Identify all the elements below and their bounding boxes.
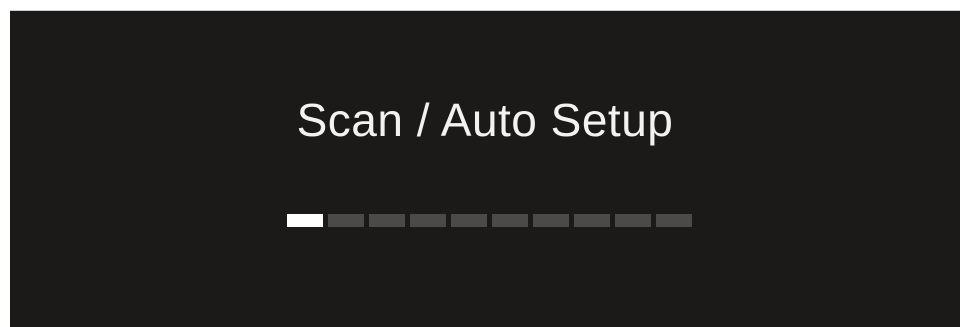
progress-segment-empty — [492, 214, 528, 227]
scan-progress-bar — [287, 214, 692, 227]
progress-segment-filled — [287, 214, 323, 227]
setup-screen: Scan / Auto Setup — [10, 10, 960, 327]
progress-segment-empty — [533, 214, 569, 227]
page-title: Scan / Auto Setup — [296, 94, 674, 146]
progress-segment-empty — [615, 214, 651, 227]
progress-segment-empty — [369, 214, 405, 227]
progress-segment-empty — [451, 214, 487, 227]
progress-segment-empty — [328, 214, 364, 227]
progress-segment-empty — [410, 214, 446, 227]
progress-segment-empty — [574, 214, 610, 227]
progress-segment-empty — [656, 214, 692, 227]
